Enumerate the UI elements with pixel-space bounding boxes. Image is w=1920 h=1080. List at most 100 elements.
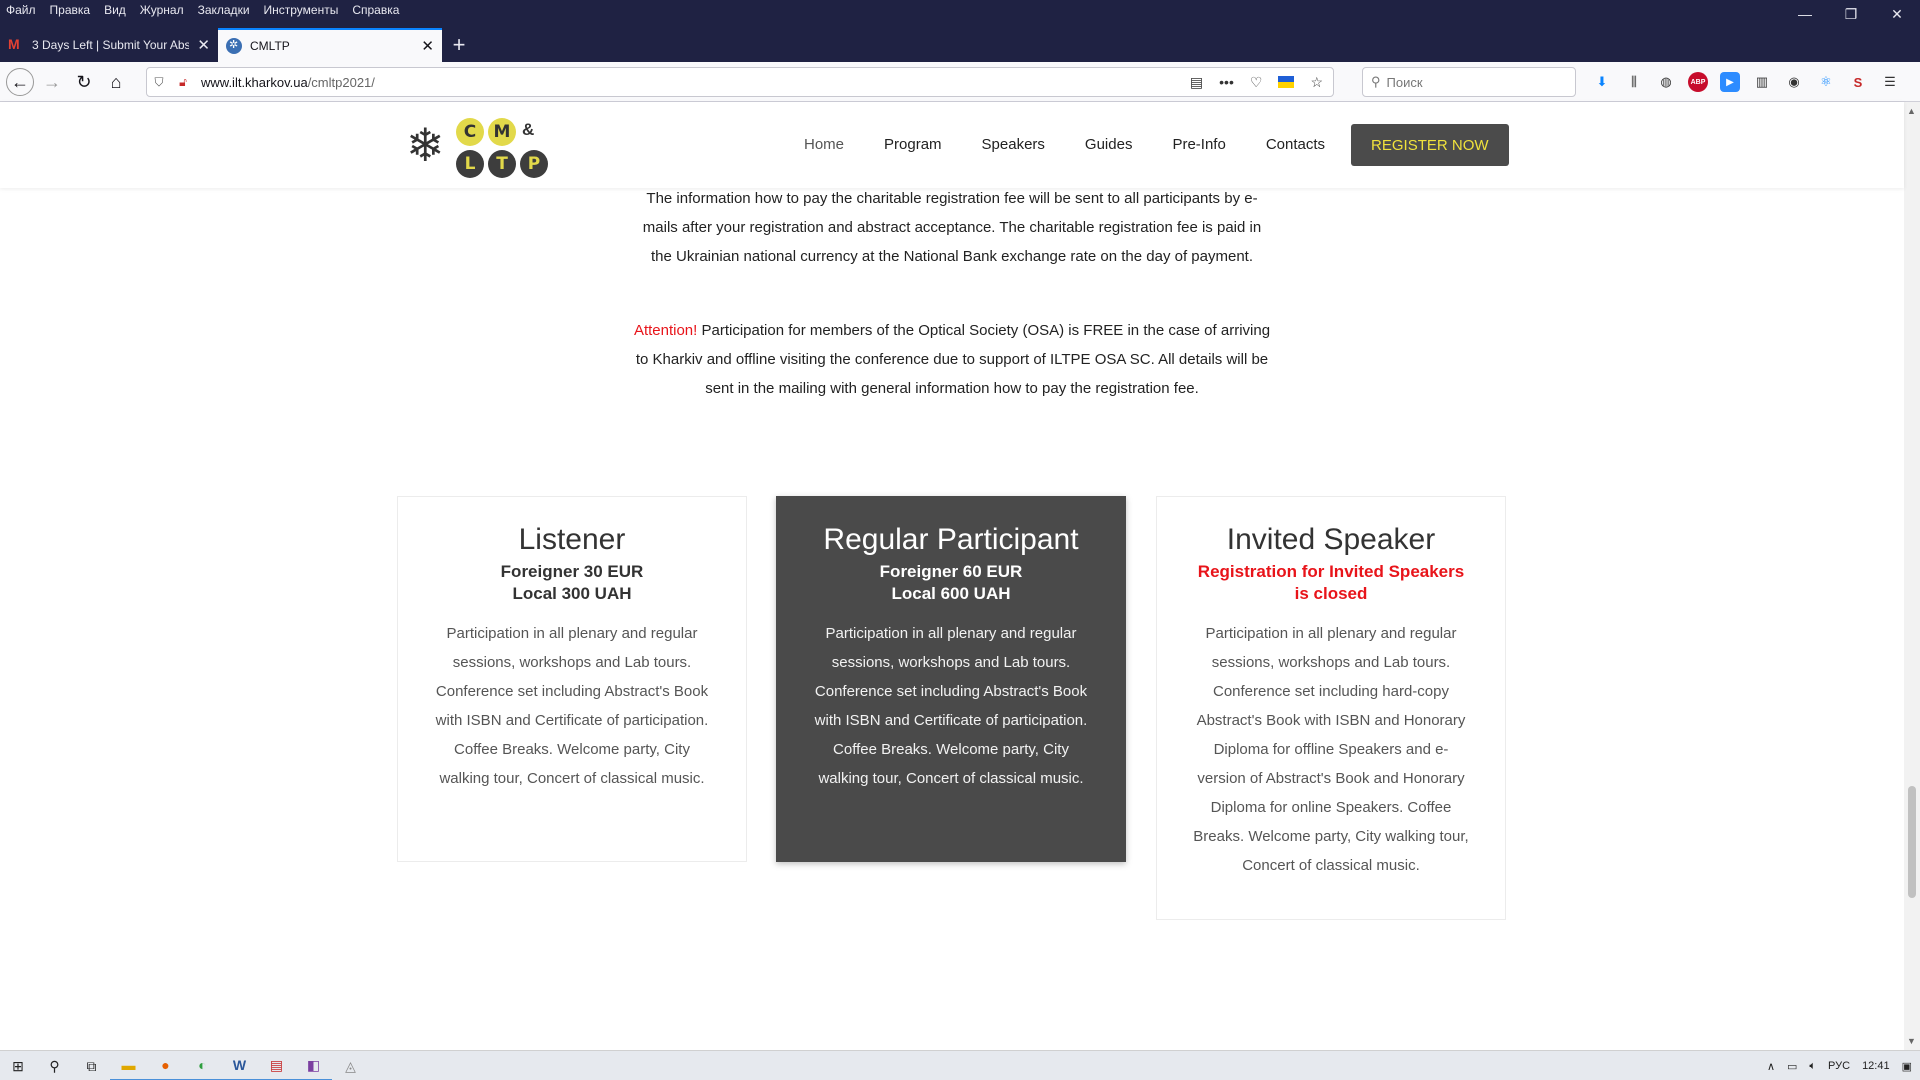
restore-icon[interactable]: ❐ <box>1828 0 1874 28</box>
hamburger-menu-icon[interactable]: ☰ <box>1880 72 1900 92</box>
page-actions-icon[interactable]: ••• <box>1219 74 1234 91</box>
snowflake-icon: ❄ <box>406 119 445 171</box>
new-tab-button[interactable]: + <box>442 28 476 62</box>
language-indicator[interactable]: РУС <box>1828 1060 1850 1072</box>
page-scrollbar[interactable]: ▲ ▼ <box>1904 102 1920 1050</box>
search-placeholder: Поиск <box>1386 74 1423 90</box>
menu-bookmarks[interactable]: Закладки <box>198 0 250 20</box>
reload-icon[interactable]: ↻ <box>70 68 98 96</box>
search-input[interactable]: ⚲ Поиск <box>1362 67 1576 97</box>
nav-home[interactable]: Home <box>784 124 864 166</box>
toolbar-icons: ⬇ ⫼ ◍ ABP ▶ ▥ ◉ ⚛ S ☰ <box>1592 72 1900 92</box>
card-description: Participation in all plenary and regular… <box>814 625 1088 787</box>
page-content: The information how to pay the charitabl… <box>0 188 1904 1050</box>
nav-pre-info[interactable]: Pre-Info <box>1152 124 1245 166</box>
taskbar-search-icon[interactable]: ⚲ <box>36 1051 73 1080</box>
main-nav: Home Program Speakers Guides Pre-Info Co… <box>784 124 1509 166</box>
volume-icon[interactable]: 🔈︎ <box>1809 1060 1816 1073</box>
navigation-toolbar: ← → ↻ ⌂ ⛉ 🔓︎ www.ilt.kharkov.ua/cmltp202… <box>0 62 1920 102</box>
library-icon[interactable]: ⫼ <box>1624 72 1644 92</box>
task-view-icon[interactable]: ⧉ <box>73 1051 110 1080</box>
tab-cmltp[interactable]: CMLTP ✕ <box>218 28 442 62</box>
windows-taskbar: ⊞ ⚲ ⧉ ▬ ● ◐ W ▤ ◧ ◬ ∧ ▭ 🔈︎ РУС 12:41 ▣ <box>0 1050 1920 1080</box>
back-icon[interactable]: ← <box>6 68 34 96</box>
purple-app-icon[interactable]: ◧ <box>295 1051 332 1080</box>
nav-contacts[interactable]: Contacts <box>1246 124 1345 166</box>
logo-letter-l: L <box>456 150 484 178</box>
red-app-icon[interactable]: ▤ <box>258 1051 295 1080</box>
notifications-icon[interactable]: ▣ <box>1902 1060 1912 1073</box>
card-price-local: Local 300 UAH <box>512 584 632 603</box>
nav-guides[interactable]: Guides <box>1065 124 1153 166</box>
tab-close-icon[interactable]: ✕ <box>421 37 434 55</box>
firefox-icon[interactable]: ● <box>147 1051 184 1080</box>
zoom-extension-icon[interactable]: ▶ <box>1720 72 1740 92</box>
menu-bar: Файл Правка Вид Журнал Закладки Инструме… <box>0 0 399 20</box>
card-closed-notice-2: is closed <box>1294 584 1368 603</box>
close-window-icon[interactable]: ✕ <box>1874 0 1920 28</box>
minimize-icon[interactable]: — <box>1782 0 1828 28</box>
nav-program[interactable]: Program <box>864 124 962 166</box>
register-now-button[interactable]: REGISTER NOW <box>1351 124 1509 166</box>
tracking-shield-icon[interactable]: ⛉ <box>147 75 171 90</box>
attention-text: Participation for members of the Optical… <box>635 322 1271 397</box>
word-icon[interactable]: W <box>221 1051 258 1080</box>
url-text[interactable]: www.ilt.kharkov.ua/cmltp2021/ <box>201 75 375 90</box>
osa-attention-paragraph: Attention! Participation for members of … <box>632 316 1272 403</box>
pricing-card-listener: Listener Foreigner 30 EUR Local 300 UAH … <box>397 496 747 862</box>
react-devtools-icon[interactable]: ⚛ <box>1816 72 1836 92</box>
card-description: Participation in all plenary and regular… <box>1193 625 1469 874</box>
site-logo[interactable]: ❄ C M & L T P <box>404 112 554 182</box>
menu-history[interactable]: Журнал <box>140 0 184 20</box>
logo-letter-t: T <box>488 150 516 178</box>
logo-letter-m: M <box>488 118 516 146</box>
green-app-icon[interactable]: ◐ <box>184 1051 221 1080</box>
sidebar-icon[interactable]: ▥ <box>1752 72 1772 92</box>
home-icon[interactable]: ⌂ <box>102 68 130 96</box>
payment-info-paragraph: The information how to pay the charitabl… <box>642 190 1262 265</box>
url-path: /cmltp2021/ <box>307 74 375 90</box>
start-windows-icon[interactable]: ⊞ <box>0 1051 36 1080</box>
clock[interactable]: 12:41 <box>1862 1060 1890 1072</box>
window-controls: — ❐ ✕ <box>1782 0 1920 28</box>
tab-gmail[interactable]: 3 Days Left | Submit Your Abstr ✕ <box>0 28 218 62</box>
forward-icon[interactable]: → <box>38 68 66 96</box>
menu-tools[interactable]: Инструменты <box>264 0 339 20</box>
taskbar-apps: ⊞ ⚲ ⧉ ▬ ● ◐ W ▤ ◧ ◬ <box>0 1051 369 1080</box>
tray-chevron-icon[interactable]: ∧ <box>1767 1060 1775 1073</box>
bookmark-star-icon[interactable]: ☆ <box>1310 74 1323 91</box>
pricing-card-regular-participant: Regular Participant Foreigner 60 EUR Loc… <box>776 496 1126 862</box>
reader-view-icon[interactable]: ▤ <box>1190 74 1203 91</box>
s-extension-icon[interactable]: S <box>1848 72 1868 92</box>
account-icon[interactable]: ◉ <box>1784 72 1804 92</box>
scroll-down-icon[interactable]: ▼ <box>1907 1036 1916 1046</box>
menu-help[interactable]: Справка <box>352 0 399 20</box>
menu-file[interactable]: Файл <box>6 0 36 20</box>
card-description: Participation in all plenary and regular… <box>435 625 709 787</box>
nav-speakers[interactable]: Speakers <box>962 124 1065 166</box>
url-bar[interactable]: ⛉ 🔓︎ www.ilt.kharkov.ua/cmltp2021/ ▤ •••… <box>146 67 1334 97</box>
card-closed-notice: Registration for Invited Speakers <box>1197 562 1465 581</box>
tab-close-icon[interactable]: ✕ <box>197 36 210 54</box>
pinned-app-icon[interactable]: ◬ <box>332 1051 369 1080</box>
menu-view[interactable]: Вид <box>104 0 126 20</box>
download-icon[interactable]: ⬇ <box>1592 72 1612 92</box>
card-title: Regular Participant <box>823 523 1079 556</box>
ukraine-flag-icon[interactable] <box>1278 75 1295 88</box>
scrollbar-thumb[interactable] <box>1908 786 1916 898</box>
network-icon[interactable]: ▭ <box>1787 1060 1797 1073</box>
pocket-icon[interactable]: ♡ <box>1250 74 1263 91</box>
site-header: ❄ C M & L T P Home Program Speakers Guid… <box>0 102 1904 188</box>
menu-edit[interactable]: Правка <box>50 0 91 20</box>
scroll-up-icon[interactable]: ▲ <box>1907 106 1916 116</box>
file-explorer-icon[interactable]: ▬ <box>110 1051 147 1080</box>
insecure-lock-icon[interactable]: 🔓︎ <box>171 75 195 90</box>
extension-globe-icon[interactable]: ◍ <box>1656 72 1676 92</box>
pricing-card-invited-speaker: Invited Speaker Registration for Invited… <box>1156 496 1506 920</box>
system-tray: ∧ ▭ 🔈︎ РУС 12:41 ▣ <box>1767 1051 1912 1080</box>
card-price-foreign: Foreigner 60 EUR <box>879 562 1023 581</box>
gmail-icon <box>8 36 24 52</box>
attention-label: Attention! <box>633 322 698 339</box>
adblock-icon[interactable]: ABP <box>1688 72 1708 92</box>
card-price-local: Local 600 UAH <box>891 584 1011 603</box>
